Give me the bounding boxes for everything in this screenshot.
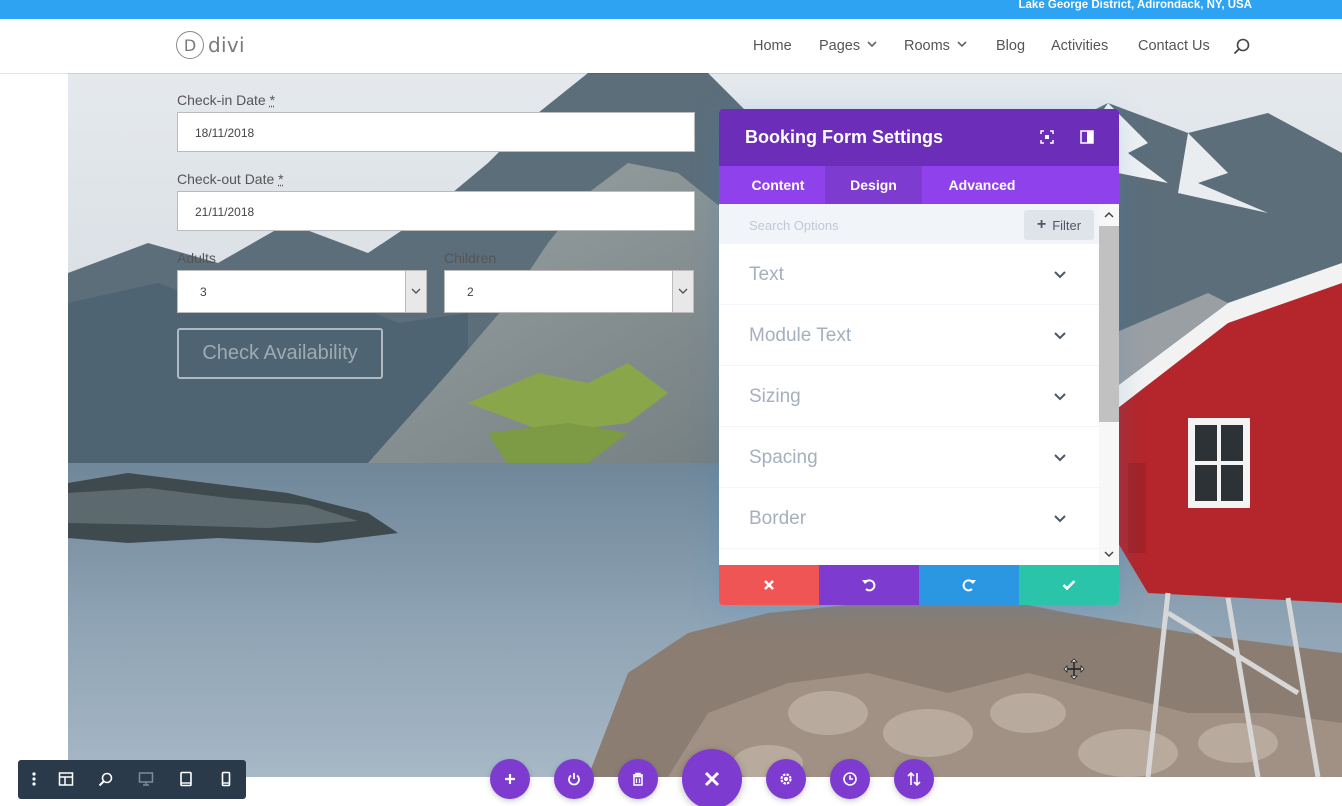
tab-content[interactable]: Content [725, 166, 831, 204]
delete-button[interactable] [618, 759, 658, 799]
chevron-down-icon [867, 41, 877, 48]
check-availability-button[interactable]: Check Availability [177, 328, 383, 379]
nav-item-contact[interactable]: Contact Us [1138, 38, 1210, 54]
option-groups-list: Text Module Text Sizing Spacing Border [719, 244, 1099, 565]
undo-button[interactable] [819, 565, 919, 605]
fullscreen-icon[interactable] [1039, 129, 1055, 145]
logo-mark: D [176, 31, 204, 59]
option-group-spacing[interactable]: Spacing [719, 427, 1099, 488]
plus-icon: + [1036, 216, 1047, 233]
panel-title: Booking Form Settings [745, 127, 943, 147]
tablet-icon[interactable] [178, 771, 194, 787]
chevron-down-icon [678, 288, 688, 294]
chevron-down-icon [1054, 271, 1066, 279]
close-icon [764, 580, 774, 590]
search-options-row: Search Options + Filter [719, 204, 1099, 244]
add-module-button[interactable] [490, 759, 530, 799]
chevron-down-icon [1054, 515, 1066, 523]
sort-icon [907, 771, 921, 787]
select-arrow-button[interactable] [405, 271, 426, 312]
add-icon [505, 774, 515, 784]
children-select[interactable]: 2 [444, 270, 694, 313]
layout-icon[interactable] [58, 771, 74, 787]
option-group-label: Spacing [749, 447, 818, 468]
desktop-icon[interactable] [138, 771, 154, 787]
zoom-icon[interactable] [98, 771, 114, 787]
redo-button[interactable] [919, 565, 1019, 605]
page-settings-button[interactable] [766, 759, 806, 799]
option-group-sizing[interactable]: Sizing [719, 366, 1099, 427]
chevron-down-icon [1054, 393, 1066, 401]
nav-item-pages[interactable]: Pages [819, 38, 877, 54]
select-arrow-button[interactable] [672, 271, 693, 312]
checkout-date-field[interactable]: 21/11/2018 [177, 191, 695, 231]
menu-dots-icon[interactable] [26, 771, 42, 787]
site-logo[interactable]: D divi [176, 31, 245, 59]
nav-item-rooms[interactable]: Rooms [904, 38, 967, 54]
scroll-up-icon[interactable] [1104, 210, 1114, 220]
logo-text: divi [208, 33, 245, 57]
discard-button[interactable] [719, 565, 819, 605]
adults-select[interactable]: 3 [177, 270, 427, 313]
adults-label: Adults [177, 250, 216, 266]
option-group-border[interactable]: Border [719, 488, 1099, 549]
save-button[interactable] [1019, 565, 1119, 605]
undo-icon [862, 579, 876, 592]
filter-label: Filter [1052, 217, 1082, 233]
children-value: 2 [467, 285, 474, 299]
option-group-label: Border [749, 508, 807, 529]
history-button[interactable] [830, 759, 870, 799]
trash-icon [633, 772, 643, 786]
top-info-bar: Lake George District, Adirondack, NY, US… [0, 0, 1342, 19]
checkin-label: Check-in Date * [177, 92, 276, 108]
option-group-module-text[interactable]: Module Text [719, 305, 1099, 366]
location-text: Lake George District, Adirondack, NY, US… [1018, 0, 1252, 11]
portability-button[interactable] [894, 759, 934, 799]
phone-icon[interactable] [218, 771, 234, 787]
nav-item-home[interactable]: Home [753, 38, 792, 54]
option-group-label: Sizing [749, 386, 801, 407]
search-options-input[interactable]: Search Options [749, 218, 839, 233]
close-icon [704, 771, 720, 787]
chevron-down-icon [411, 288, 421, 294]
option-group-text[interactable]: Text [719, 244, 1099, 305]
option-group-label: Text [749, 264, 784, 285]
site-header: D divi Home Pages Rooms Blog Activities … [0, 19, 1342, 73]
scroll-down-icon[interactable] [1104, 549, 1114, 559]
tab-design[interactable]: Design [825, 166, 922, 204]
booking-form-settings-panel: Booking Form Settings Content Design Adv… [719, 109, 1119, 605]
builder-view-toolbar [18, 760, 246, 799]
chevron-down-icon [957, 41, 967, 48]
history-icon [843, 772, 857, 786]
nav-item-blog[interactable]: Blog [996, 38, 1025, 54]
disable-button[interactable] [554, 759, 594, 799]
search-icon[interactable] [1233, 38, 1251, 56]
checkout-label: Check-out Date * [177, 171, 284, 187]
panel-footer [719, 565, 1119, 605]
power-icon [568, 773, 580, 786]
gear-icon [780, 773, 792, 785]
filter-button[interactable]: + Filter [1024, 210, 1094, 240]
panel-header: Booking Form Settings [719, 109, 1119, 166]
dock-panel-icon[interactable] [1079, 129, 1095, 145]
checkin-date-field[interactable]: 18/11/2018 [177, 112, 695, 152]
tab-advanced[interactable]: Advanced [922, 166, 1042, 204]
nav-item-activities[interactable]: Activities [1051, 38, 1108, 54]
close-builder-button[interactable] [682, 749, 742, 806]
panel-scrollbar[interactable] [1099, 204, 1119, 565]
option-group-label: Module Text [749, 325, 852, 346]
adults-value: 3 [200, 285, 207, 299]
panel-tabs: Content Design Advanced [719, 166, 1119, 204]
chevron-down-icon [1054, 454, 1066, 462]
redo-icon [962, 579, 976, 592]
scrollbar-thumb[interactable] [1099, 226, 1119, 422]
children-label: Children [444, 250, 497, 266]
move-cursor-icon [1063, 658, 1085, 680]
chevron-down-icon [1054, 332, 1066, 340]
checkmark-icon [1062, 580, 1076, 591]
